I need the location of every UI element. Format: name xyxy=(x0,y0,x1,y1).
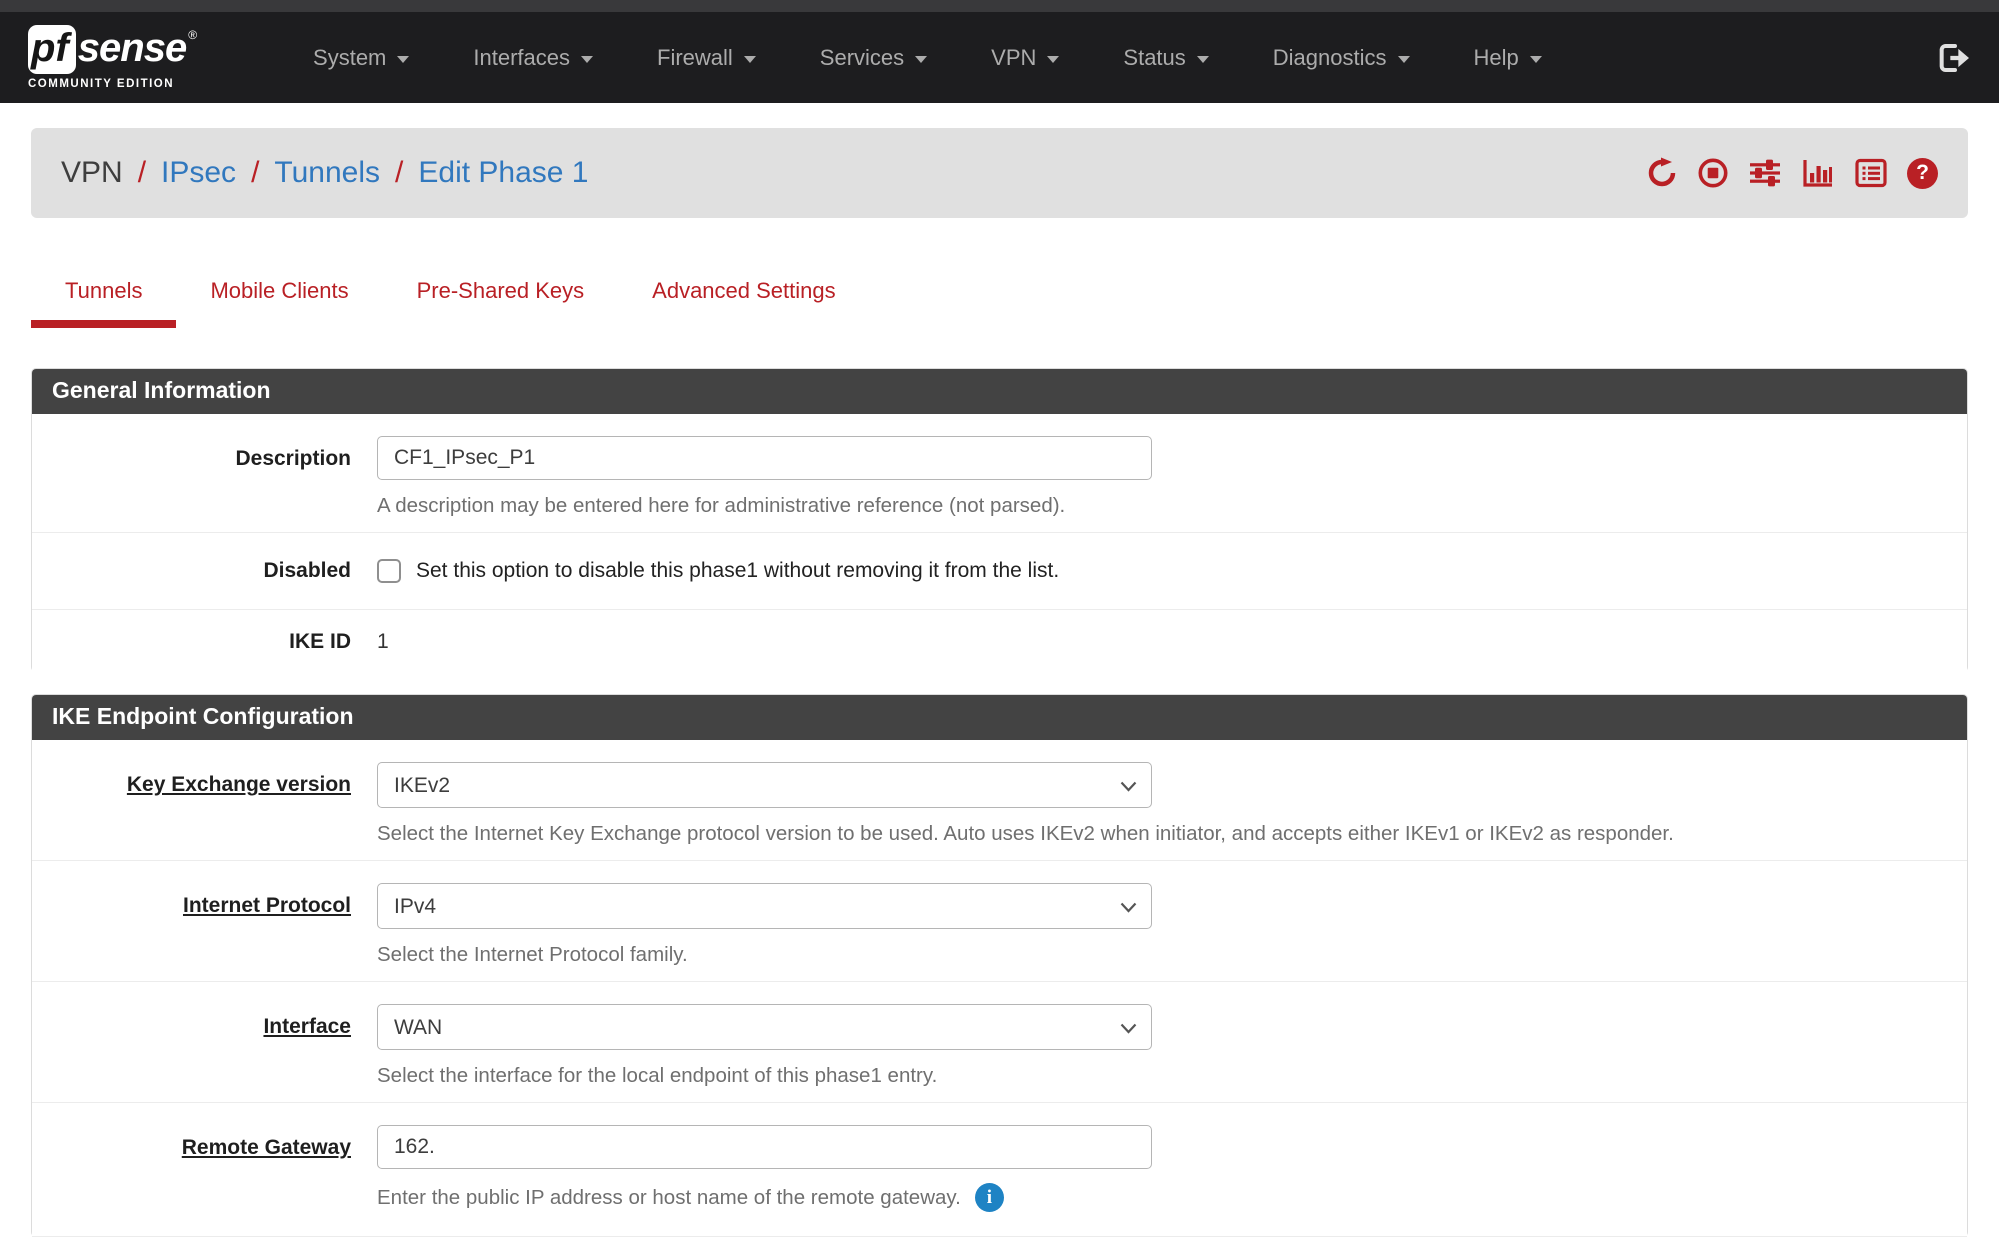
chevron-down-icon xyxy=(581,56,593,63)
remote-gateway-help-text: Enter the public IP address or host name… xyxy=(377,1186,961,1210)
stop-circle-icon[interactable] xyxy=(1697,157,1729,189)
breadcrumb-actions: ? xyxy=(1646,157,1938,189)
breadcrumb-section: VPN xyxy=(61,156,123,190)
tab-tunnels[interactable]: Tunnels xyxy=(31,278,176,328)
chevron-down-icon xyxy=(397,56,409,63)
interface-label: Interface xyxy=(32,1004,377,1088)
interface-select[interactable]: WAN xyxy=(377,1004,1152,1050)
chevron-down-icon xyxy=(1530,56,1542,63)
interface-help: Select the interface for the local endpo… xyxy=(377,1064,1967,1088)
top-navbar: pf sense ® COMMUNITY EDITION System Inte… xyxy=(0,0,1999,103)
chevron-down-icon xyxy=(1047,56,1059,63)
remote-gateway-input[interactable] xyxy=(377,1125,1152,1169)
breadcrumb: VPN / IPsec / Tunnels / Edit Phase 1 xyxy=(31,128,1968,218)
internet-protocol-label: Internet Protocol xyxy=(32,883,377,967)
key-exchange-select[interactable]: IKEv2 xyxy=(377,762,1152,808)
description-control: A description may be entered here for ad… xyxy=(377,436,1967,518)
breadcrumb-separator: / xyxy=(138,156,146,190)
remote-gateway-row: Remote Gateway Enter the public IP addre… xyxy=(32,1103,1967,1237)
pfsense-logo[interactable]: pf sense ® COMMUNITY EDITION xyxy=(28,25,197,90)
menu-interfaces-label: Interfaces xyxy=(473,45,570,71)
info-icon[interactable]: i xyxy=(975,1183,1004,1212)
ike-endpoint-body: Key Exchange version IKEv2 Select the In… xyxy=(32,740,1967,1237)
disabled-checkbox-line: Set this option to disable this phase1 w… xyxy=(377,559,1967,583)
breadcrumb-separator: / xyxy=(251,156,259,190)
menu-firewall-label: Firewall xyxy=(657,45,733,71)
remote-gateway-control: Enter the public IP address or host name… xyxy=(377,1125,1967,1212)
pfsense-logo-row: pf sense ® xyxy=(28,25,197,74)
ike-id-value: 1 xyxy=(377,630,389,653)
general-information-body: Description A description may be entered… xyxy=(32,414,1967,672)
internet-protocol-row: Internet Protocol IPv4 Select the Intern… xyxy=(32,861,1967,982)
breadcrumb-link-edit-phase1[interactable]: Edit Phase 1 xyxy=(418,156,588,190)
key-exchange-control: IKEv2 Select the Internet Key Exchange p… xyxy=(377,762,1967,846)
interface-row: Interface WAN Select the interface for t… xyxy=(32,982,1967,1103)
tab-advanced-settings[interactable]: Advanced Settings xyxy=(618,278,869,328)
pfsense-logo-pf: pf xyxy=(28,25,76,74)
sign-out-icon[interactable] xyxy=(1939,43,1971,73)
key-exchange-label: Key Exchange version xyxy=(32,762,377,846)
menu-vpn-label: VPN xyxy=(991,45,1036,71)
disabled-label: Disabled xyxy=(32,559,377,583)
chevron-down-icon xyxy=(915,56,927,63)
description-label: Description xyxy=(32,436,377,518)
menu-help-label: Help xyxy=(1474,45,1519,71)
bar-chart-icon[interactable] xyxy=(1801,157,1835,189)
description-row: Description A description may be entered… xyxy=(32,414,1967,533)
sliders-icon[interactable] xyxy=(1748,157,1782,189)
disabled-row: Disabled Set this option to disable this… xyxy=(32,533,1967,610)
disabled-control: Set this option to disable this phase1 w… xyxy=(377,559,1967,583)
internet-protocol-select[interactable]: IPv4 xyxy=(377,883,1152,929)
registered-mark: ® xyxy=(188,25,197,41)
menu-diagnostics[interactable]: Diagnostics xyxy=(1273,45,1410,71)
description-help: A description may be entered here for ad… xyxy=(377,494,1967,518)
menu-services-label: Services xyxy=(820,45,904,71)
chevron-down-icon xyxy=(1398,56,1410,63)
internet-protocol-help: Select the Internet Protocol family. xyxy=(377,943,1967,967)
list-icon[interactable] xyxy=(1854,157,1888,189)
help-icon[interactable]: ? xyxy=(1907,158,1938,189)
menu-system[interactable]: System xyxy=(313,45,409,71)
menu-status-label: Status xyxy=(1123,45,1185,71)
internet-protocol-select-wrap: IPv4 xyxy=(377,883,1152,929)
menu-diagnostics-label: Diagnostics xyxy=(1273,45,1387,71)
main-menu: System Interfaces Firewall Services VPN … xyxy=(313,45,1899,71)
key-exchange-help: Select the Internet Key Exchange protoco… xyxy=(377,822,1967,846)
community-edition-label: COMMUNITY EDITION xyxy=(28,78,197,90)
ike-endpoint-header: IKE Endpoint Configuration xyxy=(32,695,1967,740)
menu-vpn[interactable]: VPN xyxy=(991,45,1059,71)
menu-system-label: System xyxy=(313,45,386,71)
general-information-panel: General Information Description A descri… xyxy=(31,368,1968,672)
pfsense-logo-sense: sense xyxy=(78,25,186,68)
breadcrumb-link-tunnels[interactable]: Tunnels xyxy=(274,156,380,190)
ike-id-row: IKE ID 1 xyxy=(32,610,1967,672)
key-exchange-row: Key Exchange version IKEv2 Select the In… xyxy=(32,740,1967,861)
chevron-down-icon xyxy=(1197,56,1209,63)
internet-protocol-control: IPv4 Select the Internet Protocol family… xyxy=(377,883,1967,967)
remote-gateway-help: Enter the public IP address or host name… xyxy=(377,1183,1967,1212)
ike-id-control: 1 xyxy=(377,630,1967,654)
ike-id-label: IKE ID xyxy=(32,630,377,654)
breadcrumb-separator: / xyxy=(395,156,403,190)
menu-help[interactable]: Help xyxy=(1474,45,1542,71)
ike-endpoint-panel: IKE Endpoint Configuration Key Exchange … xyxy=(31,694,1968,1237)
disabled-checkbox[interactable] xyxy=(377,559,401,583)
tab-mobile-clients[interactable]: Mobile Clients xyxy=(176,278,382,328)
breadcrumb-link-ipsec[interactable]: IPsec xyxy=(161,156,236,190)
disabled-checkbox-label: Set this option to disable this phase1 w… xyxy=(416,559,1059,583)
interface-select-wrap: WAN xyxy=(377,1004,1152,1050)
menu-firewall[interactable]: Firewall xyxy=(657,45,756,71)
remote-gateway-label: Remote Gateway xyxy=(32,1125,377,1212)
description-input[interactable] xyxy=(377,436,1152,480)
refresh-icon[interactable] xyxy=(1646,157,1678,189)
tab-bar: Tunnels Mobile Clients Pre-Shared Keys A… xyxy=(31,278,1968,328)
menu-status[interactable]: Status xyxy=(1123,45,1208,71)
menu-interfaces[interactable]: Interfaces xyxy=(473,45,593,71)
interface-control: WAN Select the interface for the local e… xyxy=(377,1004,1967,1088)
chevron-down-icon xyxy=(744,56,756,63)
key-exchange-select-wrap: IKEv2 xyxy=(377,762,1152,808)
menu-services[interactable]: Services xyxy=(820,45,927,71)
tab-pre-shared-keys[interactable]: Pre-Shared Keys xyxy=(383,278,619,328)
general-information-header: General Information xyxy=(32,369,1967,414)
